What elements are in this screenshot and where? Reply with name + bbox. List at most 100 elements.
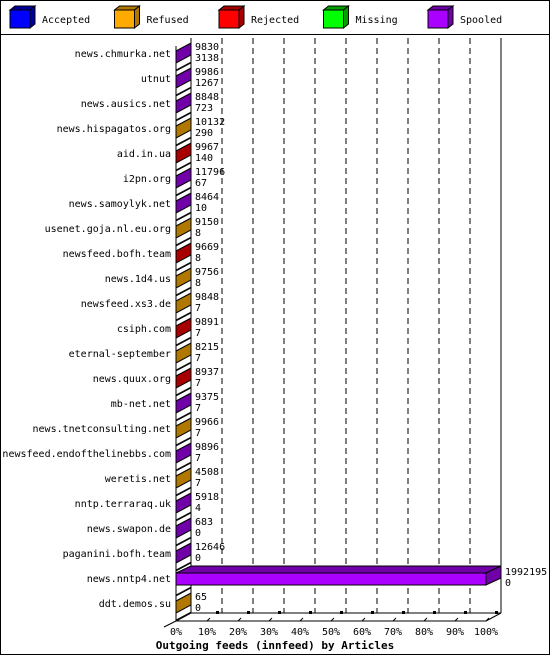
bar	[175, 592, 192, 614]
bar-accepted-label: 7	[195, 453, 201, 464]
legend-label: Refused	[147, 15, 189, 26]
bar-total-label: 9967	[195, 142, 219, 153]
bar	[175, 467, 192, 489]
bar-accepted-label: 7	[195, 478, 201, 489]
legend-swatch-side	[238, 4, 245, 30]
category-label: paganini.bofh.team	[63, 549, 171, 560]
x-tick-label: 0%	[170, 627, 182, 638]
bar	[175, 572, 487, 586]
bar-group	[175, 517, 192, 547]
x-tick-label: 70%	[384, 627, 402, 638]
bar-accepted-label: 1267	[195, 78, 219, 89]
category-label: usenet.goja.nl.eu.org	[45, 224, 171, 235]
category-label: news.quux.org	[93, 374, 171, 385]
bar	[175, 92, 192, 114]
x-tick-label: 60%	[353, 627, 371, 638]
bar-accepted-label: 140	[195, 153, 213, 164]
category-label: ddt.demos.su	[99, 599, 171, 610]
bar-total-label: 8464	[195, 192, 219, 203]
legend-swatch	[9, 9, 31, 29]
legend-label: Rejected	[251, 15, 299, 26]
x-tick-mark	[402, 611, 405, 614]
bar-total-label: 5918	[195, 492, 219, 503]
floor-right-edge	[485, 612, 502, 622]
bar-accepted-label: 8	[195, 253, 201, 264]
bar-group	[175, 117, 192, 147]
legend-label: Spooled	[460, 15, 502, 26]
bar	[175, 67, 192, 89]
x-tick-label: 40%	[291, 627, 309, 638]
row-divider	[175, 611, 192, 622]
bar-group	[175, 92, 192, 122]
bar-total-label: 8215	[195, 342, 219, 353]
bar-total-label: 11796	[195, 167, 225, 178]
bar-total-label: 9848	[195, 292, 219, 303]
legend-swatch-side	[134, 4, 140, 30]
legend-item-missing: Missing	[322, 4, 398, 30]
bar-total-label: 65	[195, 592, 207, 603]
bar-accepted-label: 7	[195, 303, 201, 314]
bar-group	[175, 392, 192, 422]
bar-group	[175, 42, 192, 72]
category-label: utnut	[141, 74, 171, 85]
bar-group	[175, 492, 192, 522]
legend-swatch	[323, 9, 344, 29]
bar-group	[175, 592, 192, 622]
bar-group	[175, 442, 192, 472]
x-tick-label: 100%	[474, 627, 498, 638]
bar-group	[175, 317, 192, 347]
x-tick-mark	[371, 611, 374, 614]
bar	[175, 217, 192, 239]
bar-group	[175, 467, 192, 497]
bar-total-label: 9669	[195, 242, 219, 253]
bar-total-label: 8937	[195, 367, 219, 378]
x-tick-label: 30%	[260, 627, 278, 638]
bar	[175, 42, 192, 64]
category-label: news.chmurka.net	[75, 49, 171, 60]
bar-group	[175, 142, 192, 172]
bar	[175, 167, 192, 189]
bar-accepted-label: 0	[195, 553, 201, 564]
bar-total-label: 9756	[195, 267, 219, 278]
x-tick-mark	[278, 611, 281, 614]
bar-accepted-label: 0	[195, 528, 201, 539]
legend-item-refused: Refused	[113, 4, 189, 30]
category-label: news.samoylyk.net	[69, 199, 171, 210]
x-tick-label: 80%	[415, 627, 433, 638]
category-label: newsfeed.endofthelinebbs.com	[2, 449, 171, 460]
bar-group	[175, 192, 192, 222]
legend-swatch	[114, 9, 135, 29]
category-label: mb-net.net	[111, 399, 171, 410]
bar-group	[175, 342, 192, 372]
legend-label: Accepted	[42, 15, 90, 26]
legend-swatch-side	[447, 4, 454, 30]
bar-total-label: 9891	[195, 317, 219, 328]
bar	[175, 317, 192, 339]
category-label: news.nntp4.net	[87, 574, 171, 585]
category-label: nntp.terraraq.uk	[75, 499, 171, 510]
bar-total-label: 10132	[195, 117, 225, 128]
bar-accepted-label: 8	[195, 278, 201, 289]
bar-accepted-label: 67	[195, 178, 207, 189]
bar-total-label: 9986	[195, 67, 219, 78]
bar-total-label: 12646	[195, 542, 225, 553]
x-tick-mark	[340, 611, 343, 614]
bar-total-label: 9150	[195, 217, 219, 228]
bar	[175, 442, 192, 464]
bar-total-label: 683	[195, 517, 213, 528]
bar-group	[175, 267, 192, 297]
bar	[175, 542, 192, 564]
bar-total-label: 9896	[195, 442, 219, 453]
x-tick-mark	[216, 611, 219, 614]
legend-label: Missing	[356, 15, 398, 26]
x-tick-label: 50%	[322, 627, 340, 638]
legend-swatch-side	[343, 4, 349, 30]
bar-accepted-label: 4	[195, 503, 201, 514]
category-label: csiph.com	[117, 324, 171, 335]
category-label: newsfeed.xs3.de	[81, 299, 171, 310]
bar-total-label: 1992195	[505, 567, 547, 578]
bar-group	[175, 67, 192, 97]
bar-accepted-label: 723	[195, 103, 213, 114]
bar	[175, 242, 192, 264]
category-label: news.hispagatos.org	[57, 124, 171, 135]
